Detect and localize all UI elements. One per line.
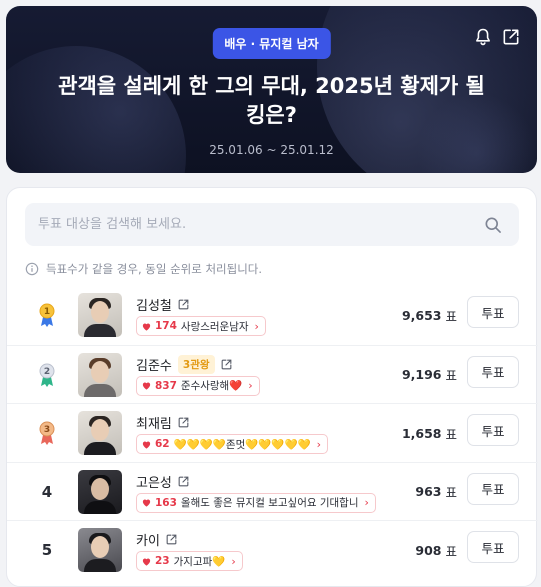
vote-button[interactable]: 투표: [467, 472, 519, 505]
cheer-message-chip[interactable]: 837 준수사랑해❤️ ›: [136, 375, 260, 396]
notice-text: 득표수가 같을 경우, 동일 순위로 처리됩니다.: [46, 262, 263, 276]
vote-unit: 표: [445, 368, 457, 383]
vote-number: 963: [415, 484, 442, 499]
medal-number: 3: [44, 425, 50, 435]
avatar: [78, 469, 122, 514]
vote-button[interactable]: 투표: [467, 531, 519, 563]
rank-number: 4: [33, 463, 61, 521]
tie-notice: 득표수가 같을 경우, 동일 순위로 처리됩니다.: [25, 261, 262, 277]
cheer-text: 💛💛💛💛존멋💛💛💛💛💛: [173, 438, 311, 451]
search-box: [25, 203, 519, 246]
cheer-text: 올해도 좋은 뮤지컬 보고싶어요 기대합니: [180, 497, 359, 509]
cheer-text: 준수사랑해❤️: [180, 380, 243, 392]
avatar: [78, 293, 122, 337]
vote-unit: 표: [445, 308, 457, 324]
vote-count: 963 표: [415, 463, 457, 521]
rank-medal: 3: [33, 404, 61, 462]
candidate-name: 고은성: [136, 475, 172, 491]
ranking-row: 1 김성철 174 사랑스러운남자 › 9,653 표 투표: [7, 286, 538, 345]
chevron-right-icon: ›: [254, 319, 259, 333]
vote-header-banner: 배우 · 뮤지컬 남자 관객을 설레게 한 그의 무대, 2025년 황제가 될…: [6, 6, 537, 173]
search-icon[interactable]: [483, 215, 503, 235]
vote-count: 1,658 표: [402, 404, 457, 462]
cheer-count: 23: [155, 555, 170, 567]
vote-unit: 표: [445, 485, 457, 500]
external-link-icon[interactable]: [220, 358, 233, 371]
bronze-medal-icon: 3: [39, 421, 55, 445]
chevron-right-icon: ›: [231, 554, 236, 568]
avatar: [78, 411, 122, 455]
cheer-message-chip[interactable]: 163 올해도 좋은 뮤지컬 보고싶어요 기대합니 ›: [136, 492, 376, 513]
candidate-name: 최재림: [136, 417, 172, 432]
bell-icon[interactable]: [473, 27, 493, 47]
vote-unit: 표: [445, 543, 457, 559]
search-input[interactable]: [25, 203, 465, 246]
cheer-message-chip[interactable]: 62 💛💛💛💛존멋💛💛💛💛💛 ›: [136, 434, 329, 454]
heart-icon: [142, 323, 151, 331]
medal-number: 1: [44, 307, 50, 317]
vote-count: 908 표: [415, 521, 457, 579]
candidate-name-line: 고은성: [136, 472, 190, 491]
vote-period: 25.01.06 ~ 25.01.12: [209, 143, 334, 157]
vote-unit: 표: [445, 426, 457, 442]
avatar: [78, 528, 122, 572]
heart-icon: [142, 558, 151, 566]
cheer-text: 가지고파💛: [173, 555, 226, 568]
vote-button[interactable]: 투표: [467, 414, 519, 446]
heart-icon: [142, 441, 151, 449]
ranking-card: 득표수가 같을 경우, 동일 순위로 처리됩니다. 1 김성철: [6, 187, 538, 587]
vote-button[interactable]: 투표: [467, 296, 519, 328]
vote-button[interactable]: 투표: [467, 355, 519, 388]
heart-icon: [142, 382, 151, 390]
ranking-row: 4 고은성 163 올해도 좋은 뮤지컬 보고싶어요 기대합니 › 963 표 …: [7, 461, 538, 521]
candidate-name-line: 최재림: [136, 413, 190, 432]
chevron-right-icon: ›: [364, 496, 369, 509]
info-icon: [25, 262, 39, 276]
vote-count: 9,653 표: [402, 286, 457, 344]
vote-count: 9,196 표: [402, 346, 457, 404]
cheer-count: 163: [155, 496, 177, 509]
ranking-list: 1 김성철 174 사랑스러운남자 › 9,653 표 투표 2 김준수 3관왕…: [7, 286, 538, 579]
avatar: [78, 352, 122, 397]
external-link-icon[interactable]: [177, 416, 190, 429]
ranking-row: 3 최재림 62 💛💛💛💛존멋💛💛💛💛💛 › 1,658 표 투표: [7, 403, 538, 462]
vote-number: 9,196: [401, 367, 442, 382]
chevron-right-icon: ›: [316, 437, 322, 451]
chevron-right-icon: ›: [248, 379, 253, 392]
cheer-message-chip[interactable]: 23 가지고파💛 ›: [136, 551, 243, 571]
silver-medal-icon: 2: [39, 363, 55, 387]
medal-number: 2: [44, 367, 50, 377]
vote-title: 관객을 설레게 한 그의 무대, 2025년 황제가 될 킹은?: [58, 74, 485, 127]
rank-number-text: 4: [41, 482, 53, 501]
vote-number: 1,658: [401, 425, 442, 441]
cheer-count: 837: [155, 379, 177, 392]
ranking-row: 5 카이 23 가지고파💛 › 908 표 투표: [7, 520, 538, 579]
external-link-icon[interactable]: [177, 475, 190, 488]
heart-icon: [142, 499, 151, 507]
candidate-name: 김준수: [136, 358, 172, 374]
ranking-row: 2 김준수 3관왕 837 준수사랑해❤️ › 9,196 표 투표: [7, 344, 538, 404]
candidate-name: 김성철: [136, 299, 172, 314]
candidate-name-line: 김성철: [136, 295, 190, 314]
share-icon[interactable]: [501, 27, 521, 47]
vote-number: 9,653: [401, 307, 442, 323]
rank-medal: 2: [33, 346, 61, 404]
cheer-count: 174: [155, 320, 177, 332]
category-badge: 배우 · 뮤지컬 남자: [212, 28, 331, 59]
gold-medal-icon: 1: [39, 303, 55, 327]
winner-badge: 3관왕: [177, 354, 215, 374]
candidate-name: 카이: [136, 534, 160, 549]
external-link-icon[interactable]: [165, 533, 178, 546]
candidate-name-line: 김준수 3관왕: [136, 354, 233, 374]
external-link-icon[interactable]: [177, 298, 190, 311]
cheer-message-chip[interactable]: 174 사랑스러운남자 ›: [136, 316, 266, 336]
cheer-text: 사랑스러운남자: [180, 320, 249, 333]
cheer-count: 62: [155, 438, 170, 450]
rank-number: 5: [33, 521, 61, 579]
vote-number: 908: [415, 542, 442, 558]
candidate-name-line: 카이: [136, 530, 178, 549]
rank-medal: 1: [33, 286, 61, 344]
rank-number-text: 5: [41, 541, 53, 559]
